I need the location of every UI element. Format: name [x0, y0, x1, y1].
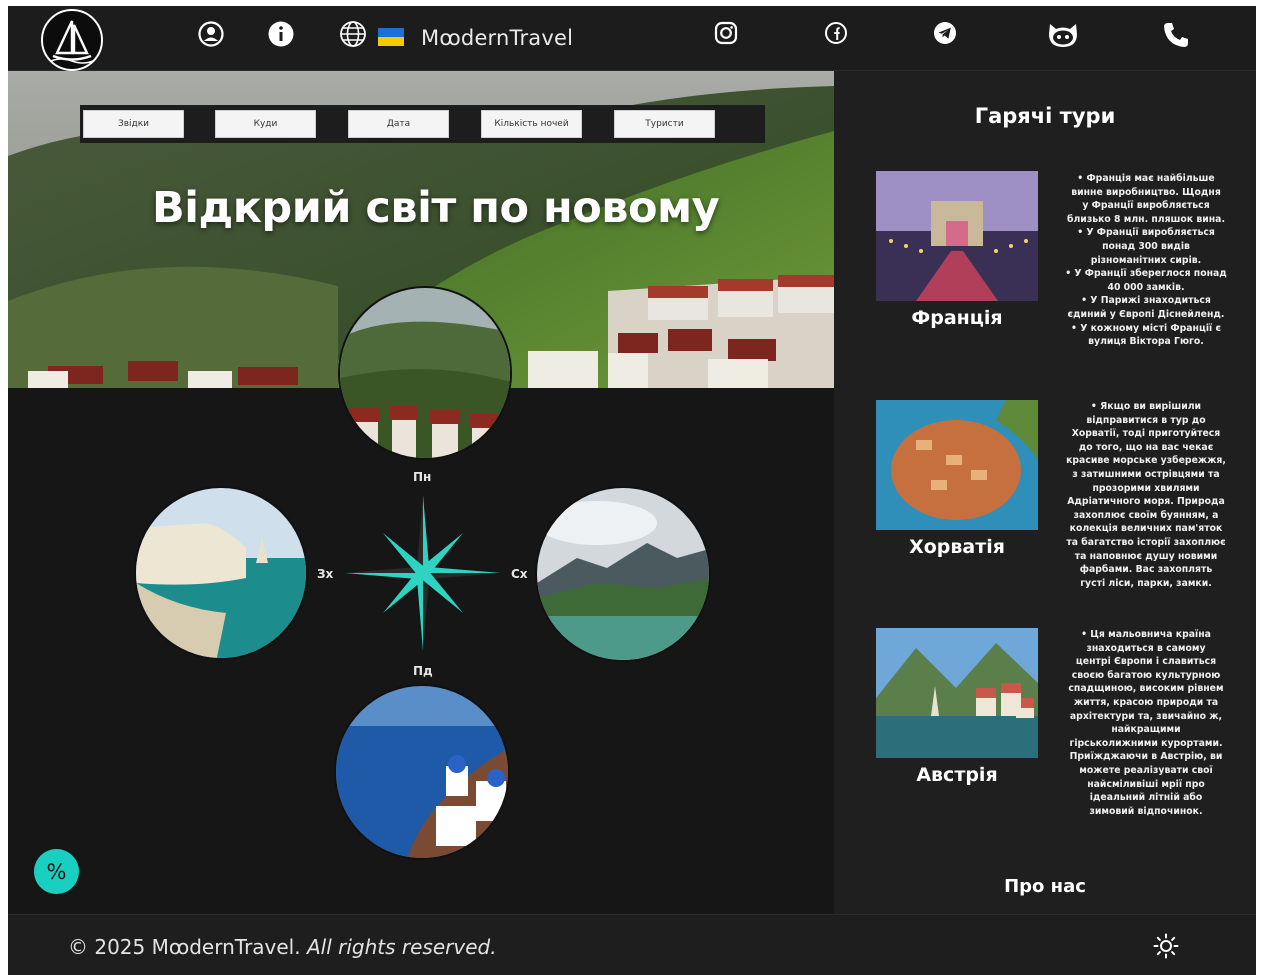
- hot-tours-title: Гарячі тури: [974, 104, 1116, 128]
- text-line: колекція величних пам'яток: [1069, 523, 1223, 535]
- from-field[interactable]: Звідки: [83, 110, 184, 138]
- austria-title: Австрія: [916, 764, 998, 786]
- text-line: спадщиною, високим рівнем: [1068, 683, 1224, 695]
- text-line: до того, що на вас чекає: [1078, 441, 1214, 453]
- text-line: • У Парижі знаходиться: [1081, 295, 1211, 307]
- text-line: красиве морське узбережжя,: [1066, 455, 1226, 467]
- user-icon[interactable]: [197, 20, 227, 50]
- text-line: винне виробництво. Щодня: [1071, 186, 1221, 198]
- text-line: ідеальний літній або: [1089, 792, 1203, 804]
- theme-toggle-sun-icon[interactable]: [1153, 933, 1179, 959]
- text-line: Приїжджаючи в Австрію, ви: [1069, 751, 1223, 763]
- east-destination-image[interactable]: [535, 486, 711, 662]
- croatia-image[interactable]: [876, 400, 1038, 530]
- tour-search-bar: Звідки Куди Дата Кількість ночей Туристи: [80, 105, 765, 143]
- github-icon[interactable]: [1046, 20, 1077, 50]
- copyright-brand: © 2025 MꚙdernTravel.: [68, 935, 301, 959]
- text-line: близько 8 млн. пляшок вина.: [1067, 213, 1225, 225]
- text-line: можете реалізувати свої: [1079, 764, 1213, 776]
- south-label: Пд: [413, 664, 433, 678]
- text-line: архітектури та, звичайно ж,: [1069, 710, 1223, 722]
- to-field[interactable]: Куди: [215, 110, 316, 138]
- about-us-link[interactable]: Про нас: [834, 876, 1256, 897]
- phone-icon[interactable]: [1161, 20, 1191, 50]
- west-label: Зх: [317, 567, 334, 581]
- text-line: Адріатичного моря. Природа: [1067, 496, 1225, 508]
- west-destination-image[interactable]: [134, 486, 308, 660]
- copyright-text: © 2025 MꚙdernTravel. All rights reserved…: [68, 935, 497, 959]
- text-line: з затишними острівцями та: [1072, 468, 1220, 480]
- sailboat-logo[interactable]: [41, 9, 103, 71]
- text-line: густі ліси, парки, замки.: [1080, 577, 1212, 589]
- text-line: гірськолижними курортами.: [1069, 737, 1223, 749]
- text-line: найкращими: [1111, 724, 1181, 736]
- hero-title: Відкрий світ по новому: [152, 183, 720, 233]
- page: MꚙdernTravel Звідки Куди Дата Кількість …: [8, 6, 1256, 975]
- south-destination-image[interactable]: [334, 684, 510, 860]
- telegram-icon[interactable]: [932, 20, 962, 50]
- france-description: • Франція має найбільше винне виробництв…: [1062, 172, 1230, 349]
- text-line: • У кожному місті Франції є: [1071, 322, 1221, 334]
- north-label: Пн: [413, 470, 432, 484]
- text-line: центрі Європи і славиться: [1075, 656, 1217, 668]
- france-title: Франція: [911, 307, 1003, 329]
- text-line: найсміливіші мрії про: [1087, 778, 1205, 790]
- east-label: Сх: [511, 567, 528, 581]
- text-line: та багатство історії захоплює: [1066, 536, 1226, 548]
- footer: © 2025 MꚙdernTravel. All rights reserved…: [8, 914, 1256, 975]
- austria-image[interactable]: [876, 628, 1038, 758]
- compass-rose-icon: [345, 495, 501, 651]
- text-line: життя, красою природи та: [1073, 696, 1219, 708]
- text-line: • Франція має найбільше: [1077, 173, 1215, 184]
- text-line: прозорими хвилями: [1092, 482, 1200, 494]
- text-line: понад 300 видів: [1102, 240, 1190, 252]
- date-field[interactable]: Дата: [348, 110, 449, 138]
- hot-tours-sidebar: Гарячі тури Франція • Франція має найбіл…: [834, 71, 1256, 914]
- ukraine-flag-icon[interactable]: [378, 28, 404, 46]
- text-line: фарбами. Вас захоплять: [1079, 564, 1213, 576]
- rights-text: All rights reserved.: [306, 935, 497, 959]
- text-line: • Якщо ви вирішили: [1090, 401, 1202, 412]
- text-line: своєю багатою культурною: [1071, 669, 1221, 681]
- austria-description: • Ця мальовнича країна знаходиться в сам…: [1062, 628, 1230, 818]
- instagram-icon[interactable]: [713, 20, 743, 50]
- france-image[interactable]: [876, 171, 1038, 301]
- croatia-title: Хорватія: [909, 536, 1005, 558]
- text-line: та наповнює душу новими: [1074, 550, 1218, 562]
- tourists-field[interactable]: Туристи: [614, 110, 715, 138]
- header: MꚙdernTravel: [8, 6, 1256, 71]
- globe-icon[interactable]: [339, 20, 369, 50]
- text-line: Хорватії, тоді приготуйтеся: [1071, 428, 1221, 440]
- croatia-description: • Якщо ви вирішили відправитися в тур до…: [1062, 400, 1230, 590]
- nights-field[interactable]: Кількість ночей: [481, 110, 582, 138]
- info-icon[interactable]: [267, 20, 297, 50]
- text-line: вулиця Віктора Гюго.: [1088, 336, 1204, 348]
- text-line: • У Франції виробляється: [1077, 227, 1215, 239]
- text-line: у Франції виробляється: [1082, 200, 1210, 212]
- text-line: захоплює своїм буянням, а: [1073, 509, 1219, 521]
- text-line: • У Франції збереглося понад: [1065, 268, 1227, 280]
- discount-button[interactable]: %: [34, 849, 79, 894]
- text-line: відправитися в тур до: [1086, 414, 1206, 426]
- text-line: знаходиться в самому: [1086, 642, 1206, 654]
- text-line: • Ця мальовнича країна: [1081, 629, 1211, 640]
- text-line: різноманітних сирів.: [1090, 254, 1202, 266]
- text-line: 40 000 замків.: [1107, 281, 1185, 293]
- facebook-icon[interactable]: [823, 20, 853, 50]
- brand-name: MꚙdernTravel: [421, 26, 574, 50]
- north-destination-image[interactable]: [338, 286, 512, 460]
- text-line: єдиний у Європі Діснейленд.: [1067, 308, 1225, 320]
- text-line: зимовий відпочинок.: [1089, 805, 1203, 817]
